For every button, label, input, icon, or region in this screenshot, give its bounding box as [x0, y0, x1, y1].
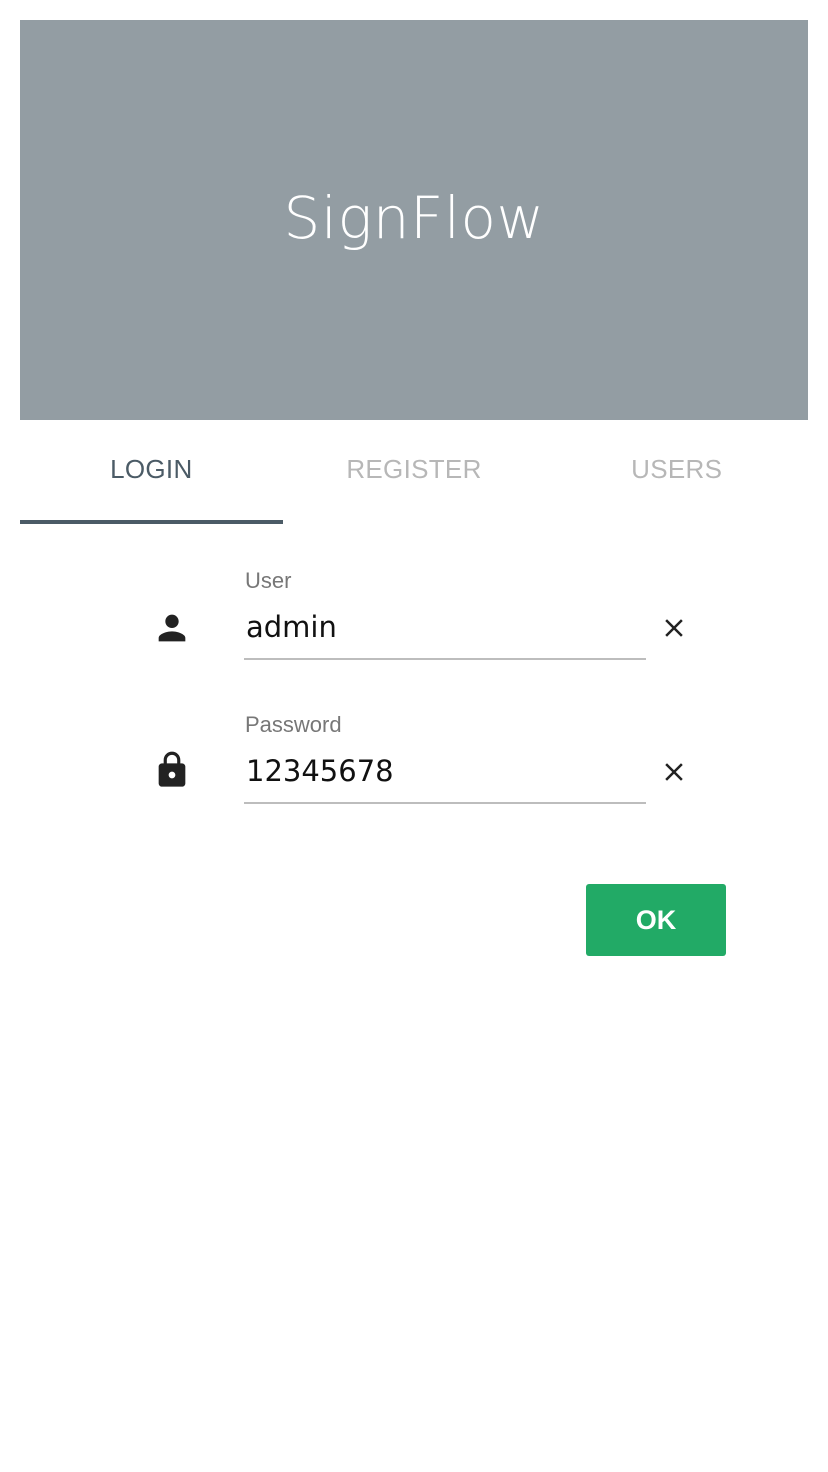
- tab-register-label: REGISTER: [346, 454, 482, 484]
- password-label: Password: [245, 712, 342, 737]
- person-icon: [152, 608, 192, 648]
- user-label: User: [245, 568, 292, 593]
- app-title: SignFlow: [283, 184, 545, 252]
- tab-login-label: LOGIN: [110, 454, 193, 484]
- tab-login[interactable]: LOGIN: [20, 420, 283, 524]
- password-input[interactable]: [244, 746, 646, 804]
- tab-register[interactable]: REGISTER: [283, 420, 546, 524]
- tab-users-label: USERS: [631, 454, 723, 484]
- app-header: SignFlow: [20, 20, 808, 420]
- clear-user-button[interactable]: [656, 610, 692, 646]
- close-icon: [665, 763, 683, 781]
- clear-password-button[interactable]: [656, 754, 692, 790]
- tab-users[interactable]: USERS: [545, 420, 808, 524]
- user-input[interactable]: [244, 602, 646, 660]
- active-tab-indicator: [20, 520, 283, 524]
- ok-button[interactable]: OK: [586, 884, 726, 956]
- close-icon: [665, 619, 683, 637]
- tab-bar: LOGIN REGISTER USERS: [20, 420, 808, 524]
- lock-icon: [152, 750, 192, 790]
